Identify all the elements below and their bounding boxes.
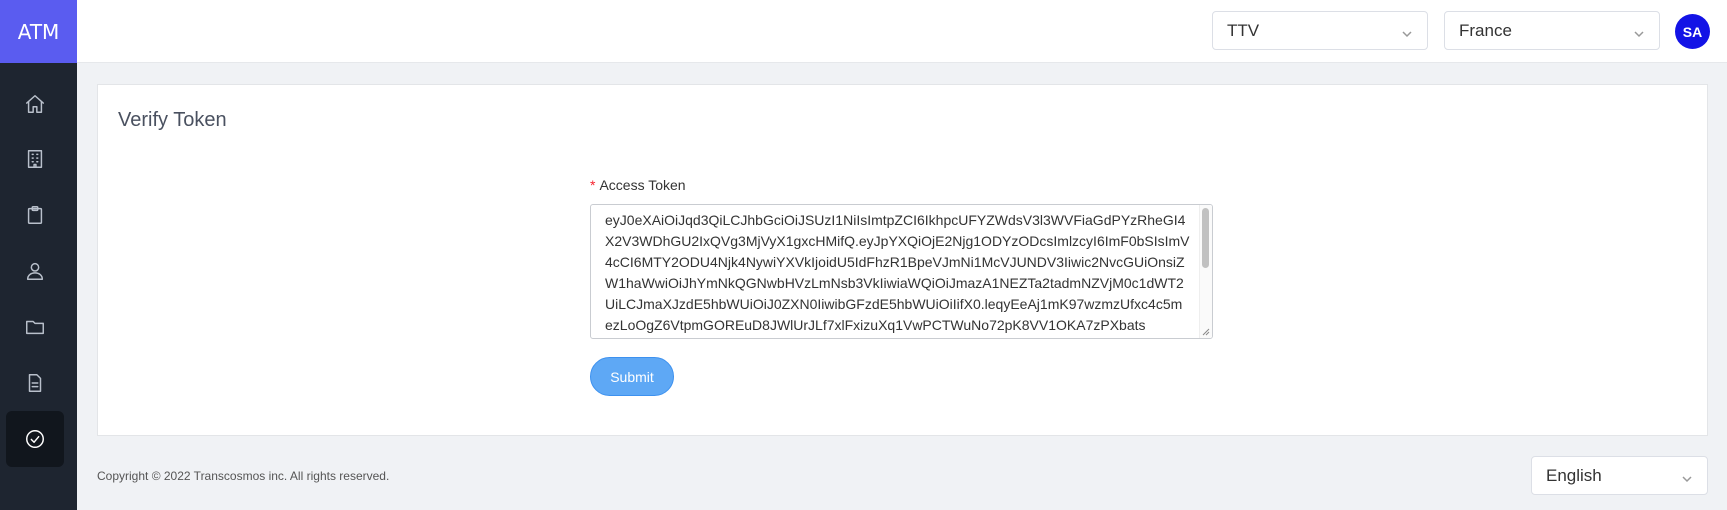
sidebar-item-folder[interactable] — [6, 299, 64, 355]
user-icon — [26, 262, 44, 280]
country-select[interactable]: France — [1444, 11, 1660, 50]
language-select[interactable]: English — [1531, 456, 1708, 495]
app-logo[interactable]: ATM — [0, 0, 77, 63]
access-token-value: eyJ0eXAiOiJqd3QiLCJhbGciOiJSUzI1NiIsImtp… — [605, 212, 1190, 333]
country-select-value: France — [1459, 20, 1512, 40]
sidebar-item-document[interactable] — [6, 355, 64, 411]
sidebar-item-clipboard[interactable] — [6, 187, 64, 243]
page-title: Verify Token — [118, 109, 227, 131]
project-select-value: TTV — [1227, 20, 1260, 40]
check-circle-icon — [26, 430, 44, 448]
copyright-text: Copyright © 2022 Transcosmos inc. All ri… — [97, 469, 390, 483]
language-select-value: English — [1546, 465, 1602, 485]
access-token-label-text: Access Token — [599, 177, 686, 193]
required-marker: * — [590, 177, 596, 193]
home-icon — [26, 95, 44, 113]
sidebar-item-building[interactable] — [6, 131, 64, 187]
document-icon — [28, 374, 42, 392]
chevron-down-icon — [1401, 25, 1413, 38]
building-icon — [27, 150, 43, 168]
resize-handle-icon[interactable] — [1201, 327, 1210, 336]
access-token-textarea[interactable]: eyJ0eXAiOiJqd3QiLCJhbGciOiJSUzI1NiIsImtp… — [590, 204, 1213, 339]
sidebar: ATM — [0, 0, 77, 510]
scrollbar-thumb[interactable] — [1202, 208, 1209, 268]
chevron-down-icon — [1681, 470, 1693, 483]
textarea-scrollbar[interactable] — [1199, 205, 1212, 338]
sidebar-item-home[interactable] — [6, 76, 64, 132]
folder-icon — [26, 320, 44, 335]
access-token-label: * Access Token — [590, 177, 686, 193]
clipboard-icon — [27, 206, 43, 224]
submit-button[interactable]: Submit — [590, 357, 674, 396]
sidebar-item-verify-token[interactable] — [6, 411, 64, 467]
avatar[interactable]: SA — [1675, 14, 1710, 49]
sidebar-item-user[interactable] — [6, 243, 64, 299]
chevron-down-icon — [1633, 25, 1645, 38]
project-select[interactable]: TTV — [1212, 11, 1428, 50]
verify-token-card: Verify Token * Access Token eyJ0eXAiOiJqd… — [97, 84, 1708, 436]
